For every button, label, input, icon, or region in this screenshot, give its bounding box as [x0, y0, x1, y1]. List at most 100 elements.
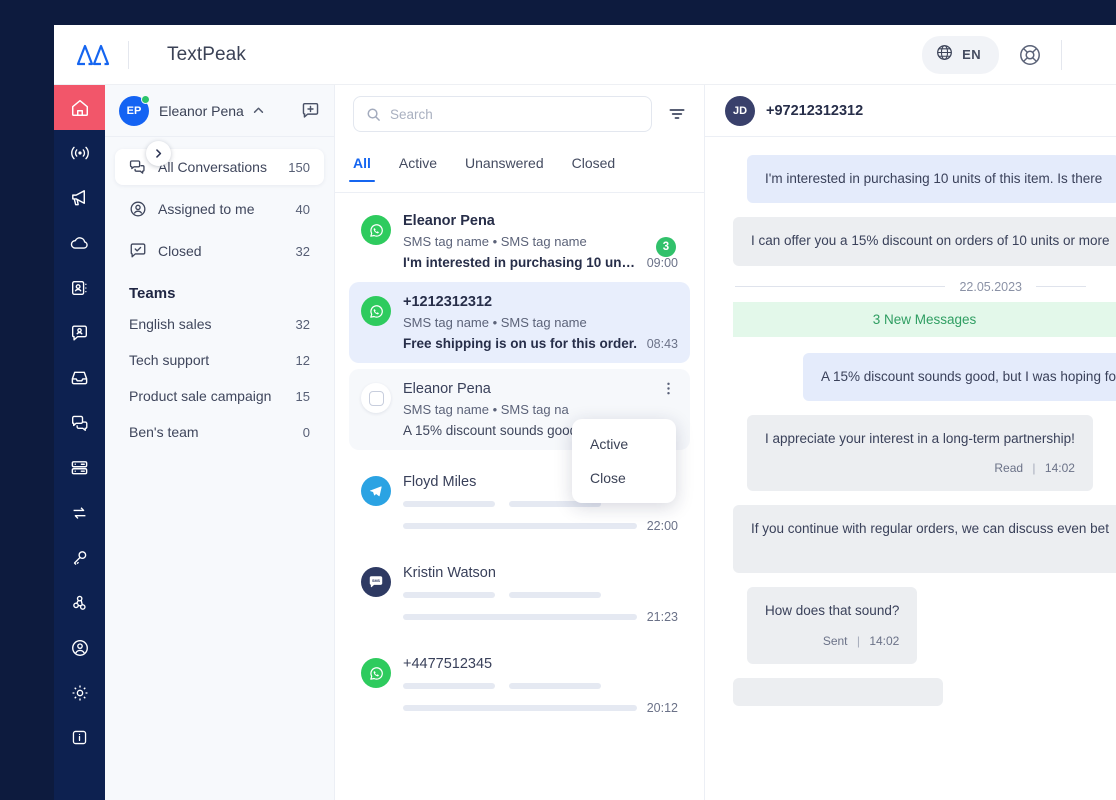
current-user-name: Eleanor Pena: [159, 103, 244, 119]
teams-list: English sales 32 Tech support 12 Product…: [105, 306, 334, 450]
skeleton-tag-bars: [403, 592, 678, 598]
sidebar-item-label: All Conversations: [158, 159, 267, 175]
rail-item-campaigns[interactable]: [54, 175, 105, 220]
sidebar-item-closed[interactable]: Closed 32: [115, 233, 324, 269]
rail-item-api-key[interactable]: [54, 535, 105, 580]
skeleton-bar: [403, 614, 637, 620]
language-selector[interactable]: EN: [922, 36, 999, 74]
chat-header: JD +97212312312: [705, 85, 1116, 137]
sidebar-item-assigned-to-me[interactable]: Assigned to me 40: [115, 191, 324, 227]
team-count: 15: [296, 389, 310, 404]
rail-item-broadcast[interactable]: [54, 130, 105, 175]
rail-item-sync[interactable]: [54, 490, 105, 535]
menu-item-active[interactable]: Active: [572, 427, 676, 461]
message-bubble: A 15% discount sounds good, but I was ho…: [803, 353, 1116, 401]
conversation-time: 09:00: [647, 256, 678, 270]
chat-panel: JD +97212312312 I'm interested in purcha…: [705, 85, 1116, 800]
avatar: EP: [119, 96, 149, 126]
message-status: Sent: [823, 634, 848, 648]
message-meta: Read | 14:02: [765, 459, 1075, 477]
skeleton-bar: [509, 592, 601, 598]
message-status: Read: [994, 461, 1023, 475]
globe-icon: [936, 44, 953, 66]
message-text: I can offer you a 15% discount on orders…: [751, 233, 1109, 248]
conversation-item[interactable]: Eleanor Pena SMS tag name • SMS tag na A…: [349, 369, 690, 450]
rail-item-home[interactable]: [54, 85, 105, 130]
sidebar-item-bens-team[interactable]: Ben's team 0: [115, 414, 324, 450]
skeleton-tag-bars: [403, 683, 678, 689]
rail-item-profile[interactable]: [54, 625, 105, 670]
tab-closed[interactable]: Closed: [572, 155, 616, 182]
rail-item-chats[interactable]: [54, 400, 105, 445]
conversation-time: 08:43: [647, 337, 678, 351]
date-label: 22.05.2023: [959, 280, 1022, 294]
conversation-item[interactable]: Eleanor Pena SMS tag name • SMS tag name…: [349, 201, 690, 282]
menu-item-close[interactable]: Close: [572, 461, 676, 495]
message-row: [705, 678, 1116, 706]
conversation-body: +1212312312 SMS tag name • SMS tag name …: [403, 294, 678, 351]
app-title: TextPeak: [167, 44, 246, 66]
message-time: 14:02: [1045, 461, 1075, 475]
message-row: I'm interested in purchasing 10 units of…: [705, 155, 1116, 203]
sidebar-item-english-sales[interactable]: English sales 32: [115, 306, 324, 342]
rail-item-info[interactable]: [54, 715, 105, 760]
sms-channel-icon: SMS: [361, 567, 391, 597]
message-row: If you continue with regular orders, we …: [705, 505, 1116, 573]
meta-separator: |: [857, 634, 860, 648]
divider-line: [1036, 286, 1086, 287]
whatsapp-channel-icon: [361, 215, 391, 245]
textpeak-logo-icon[interactable]: [74, 40, 112, 70]
meta-separator: |: [1032, 461, 1035, 475]
header-divider-2: [1061, 40, 1062, 70]
rail-item-servers[interactable]: [54, 445, 105, 490]
date-divider: 22.05.2023: [735, 280, 1086, 294]
conversation-item[interactable]: SMS Kristin Watson 21:23: [349, 549, 690, 640]
rail-item-webhook[interactable]: [54, 580, 105, 625]
skeleton-bar: [509, 683, 601, 689]
conversation-item[interactable]: +1212312312 SMS tag name • SMS tag name …: [349, 282, 690, 363]
avatar: JD: [725, 96, 755, 126]
message-text: How does that sound?: [765, 603, 899, 618]
rail-item-inbox[interactable]: [54, 355, 105, 400]
conversation-item[interactable]: +4477512345 20:12: [349, 640, 690, 731]
rail-item-settings[interactable]: [54, 670, 105, 715]
checkbox-box: [369, 391, 384, 406]
team-count: 32: [296, 317, 310, 332]
message-text: A 15% discount sounds good, but I was ho…: [821, 369, 1116, 384]
tab-unanswered[interactable]: Unanswered: [465, 155, 544, 182]
team-label: Tech support: [129, 352, 209, 368]
message-bubble: If you continue with regular orders, we …: [733, 505, 1116, 573]
tab-active[interactable]: Active: [399, 155, 437, 182]
unread-badge: 3: [656, 237, 676, 257]
sidebar-collapse-toggle[interactable]: [146, 141, 171, 166]
current-user-row[interactable]: EP Eleanor Pena: [105, 85, 334, 137]
skeleton-bar: [403, 683, 495, 689]
sidebar-item-tech-support[interactable]: Tech support 12: [115, 342, 324, 378]
search-box[interactable]: [353, 96, 652, 132]
conversation-tags: SMS tag name • SMS tag name: [403, 315, 678, 330]
whatsapp-channel-icon: [361, 658, 391, 688]
sidebar-item-product-sale-campaign[interactable]: Product sale campaign 15: [115, 378, 324, 414]
folders-sidebar: EP Eleanor Pena: [105, 85, 335, 800]
new-message-icon[interactable]: [301, 101, 320, 120]
rail-item-cloud[interactable]: [54, 220, 105, 265]
left-icon-rail: [54, 85, 105, 800]
rail-item-chat-contact[interactable]: [54, 310, 105, 355]
more-vertical-icon[interactable]: [661, 381, 676, 396]
filter-icon[interactable]: [668, 106, 686, 122]
search-input[interactable]: [390, 107, 639, 122]
chevron-up-icon[interactable]: [252, 104, 265, 117]
header-divider: [128, 41, 129, 69]
conversation-preview-row: Free shipping is on us for this order. 0…: [403, 336, 678, 351]
lifebuoy-help-icon[interactable]: [1017, 42, 1043, 68]
sidebar-item-label: Closed: [158, 243, 202, 259]
conversation-name: Kristin Watson: [403, 565, 678, 581]
rail-item-contacts[interactable]: [54, 265, 105, 310]
team-label: Ben's team: [129, 424, 199, 440]
conversation-select-checkbox[interactable]: [361, 383, 391, 413]
divider-line: [735, 286, 945, 287]
message-row: How does that sound? Sent | 14:02: [705, 587, 1116, 663]
tab-all[interactable]: All: [353, 155, 371, 182]
message-thread: I'm interested in purchasing 10 units of…: [705, 137, 1116, 706]
conversation-name: +4477512345: [403, 656, 678, 672]
